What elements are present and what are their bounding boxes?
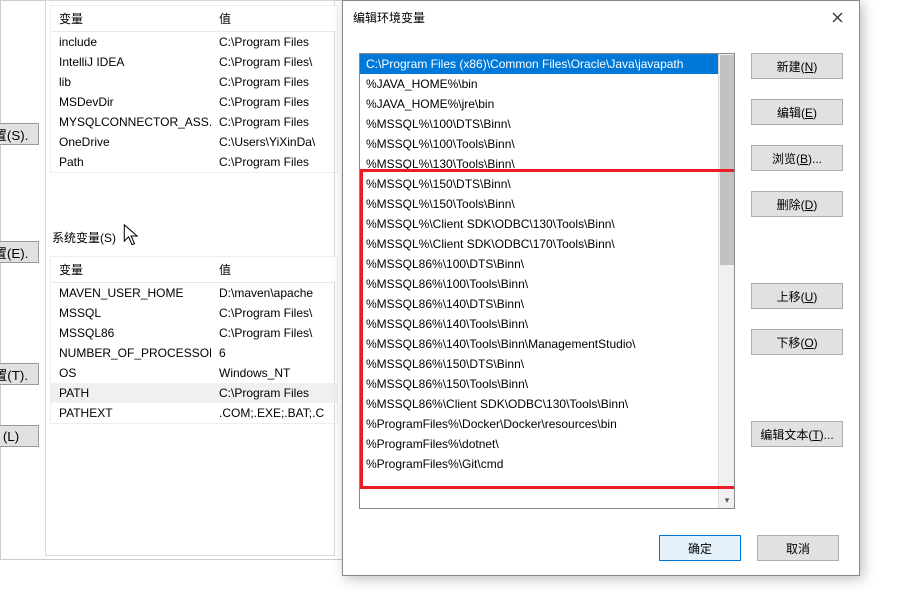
move-up-button[interactable]: 上移(U) — [751, 283, 843, 309]
delete-button[interactable]: 删除(D) — [751, 191, 843, 217]
browse-button[interactable]: 浏览(B)... — [751, 145, 843, 171]
move-down-button[interactable]: 下移(O) — [751, 329, 843, 355]
scrollbar[interactable]: ▾ — [718, 54, 734, 508]
table-row[interactable]: libC:\Program Files — [51, 72, 337, 92]
cell-value: 6 — [211, 343, 337, 363]
env-vars-panel: 变量 值 includeC:\Program FilesIntelliJ IDE… — [45, 0, 335, 556]
cell-value: C:\Program Files\ — [211, 303, 337, 323]
cell-value: C:\Program Files — [211, 72, 337, 92]
cell-value: C:\Program Files — [211, 112, 337, 132]
table-row[interactable]: MSSQL86C:\Program Files\ — [51, 323, 337, 343]
list-item[interactable]: %MSSQL%\150\DTS\Binn\ — [360, 174, 722, 194]
cell-variable: Path — [51, 152, 211, 172]
edit-env-var-dialog: 编辑环境变量 C:\Program Files (x86)\Common Fil… — [342, 0, 860, 576]
dialog-title: 编辑环境变量 — [353, 9, 425, 26]
cell-value: .COM;.EXE;.BAT;.C — [211, 403, 337, 423]
cell-value: C:\Program Files — [211, 32, 337, 52]
cell-value: C:\Program Files — [211, 383, 337, 403]
cell-value: D:\maven\apache — [211, 283, 337, 303]
list-item[interactable]: %ProgramFiles%\Docker\Docker\resources\b… — [360, 414, 722, 434]
cell-variable: IntelliJ IDEA — [51, 52, 211, 72]
list-item[interactable]: %JAVA_HOME%\jre\bin — [360, 94, 722, 114]
cell-value: C:\Program Files — [211, 152, 337, 172]
scrollbar-thumb[interactable] — [720, 55, 734, 265]
table-row[interactable]: includeC:\Program Files — [51, 32, 337, 52]
table-row[interactable]: PathC:\Program Files — [51, 152, 337, 172]
table-row[interactable]: OneDriveC:\Users\YiXinDa\ — [51, 132, 337, 152]
list-item[interactable]: %MSSQL86%\100\DTS\Binn\ — [360, 254, 722, 274]
list-item[interactable]: %MSSQL86%\100\Tools\Binn\ — [360, 274, 722, 294]
cell-value: C:\Program Files — [211, 92, 337, 112]
col-value[interactable]: 值 — [211, 257, 337, 282]
list-item[interactable]: %MSSQL%\Client SDK\ODBC\170\Tools\Binn\ — [360, 234, 722, 254]
list-item[interactable]: %JAVA_HOME%\bin — [360, 74, 722, 94]
list-item[interactable]: %MSSQL86%\140\DTS\Binn\ — [360, 294, 722, 314]
col-value[interactable]: 值 — [211, 6, 337, 31]
list-item[interactable]: C:\Program Files (x86)\Common Files\Orac… — [360, 54, 722, 74]
cell-value: C:\Users\YiXinDa\ — [211, 132, 337, 152]
cell-variable: MSSQL — [51, 303, 211, 323]
bg-button-l[interactable]: (L) — [0, 425, 39, 447]
dialog-titlebar[interactable]: 编辑环境变量 — [343, 1, 859, 33]
close-icon[interactable] — [825, 5, 849, 29]
chevron-down-icon[interactable]: ▾ — [719, 492, 735, 508]
bg-button-s[interactable]: 置(S). — [0, 123, 39, 145]
table-row[interactable]: MSDevDirC:\Program Files — [51, 92, 337, 112]
path-listbox[interactable]: C:\Program Files (x86)\Common Files\Orac… — [359, 53, 735, 509]
cell-variable: PATHEXT — [51, 403, 211, 423]
bg-button-t[interactable]: 置(T). — [0, 363, 39, 385]
list-item[interactable]: %MSSQL%\100\DTS\Binn\ — [360, 114, 722, 134]
list-item[interactable]: %MSSQL%\Client SDK\ODBC\130\Tools\Binn\ — [360, 214, 722, 234]
list-item[interactable]: %MSSQL%\150\Tools\Binn\ — [360, 194, 722, 214]
cell-variable: MSDevDir — [51, 92, 211, 112]
list-item[interactable]: %MSSQL86%\140\Tools\Binn\ManagementStudi… — [360, 334, 722, 354]
list-item[interactable]: %MSSQL86%\Client SDK\ODBC\130\Tools\Binn… — [360, 394, 722, 414]
cell-value: Windows_NT — [211, 363, 337, 383]
table-row[interactable]: IntelliJ IDEAC:\Program Files\ — [51, 52, 337, 72]
cell-variable: lib — [51, 72, 211, 92]
table-row[interactable]: NUMBER_OF_PROCESSORS6 — [51, 343, 337, 363]
system-vars-table[interactable]: 变量 值 MAVEN_USER_HOMED:\maven\apacheMSSQL… — [50, 256, 338, 424]
ok-button[interactable]: 确定 — [659, 535, 741, 561]
table-row[interactable]: PATHC:\Program Files — [51, 383, 337, 403]
table-row[interactable]: MYSQLCONNECTOR_ASS...C:\Program Files — [51, 112, 337, 132]
list-item[interactable]: %MSSQL%\100\Tools\Binn\ — [360, 134, 722, 154]
cell-variable: MYSQLCONNECTOR_ASS... — [51, 112, 211, 132]
cell-value: C:\Program Files\ — [211, 52, 337, 72]
col-variable[interactable]: 变量 — [51, 257, 211, 282]
cell-variable: NUMBER_OF_PROCESSORS — [51, 343, 211, 363]
table-row[interactable]: MSSQLC:\Program Files\ — [51, 303, 337, 323]
edit-button[interactable]: 编辑(E) — [751, 99, 843, 125]
list-item[interactable]: %MSSQL86%\150\Tools\Binn\ — [360, 374, 722, 394]
table-row[interactable]: PATHEXT.COM;.EXE;.BAT;.C — [51, 403, 337, 423]
table-row[interactable]: MAVEN_USER_HOMED:\maven\apache — [51, 283, 337, 303]
list-item[interactable]: %ProgramFiles%\Git\cmd — [360, 454, 722, 474]
cell-variable: OS — [51, 363, 211, 383]
cell-value: C:\Program Files\ — [211, 323, 337, 343]
new-button[interactable]: 新建(N) — [751, 53, 843, 79]
edit-text-button[interactable]: 编辑文本(T)... — [751, 421, 843, 447]
cell-variable: OneDrive — [51, 132, 211, 152]
cancel-button[interactable]: 取消 — [757, 535, 839, 561]
list-item[interactable]: %MSSQL86%\150\DTS\Binn\ — [360, 354, 722, 374]
system-vars-label: 系统变量(S) — [44, 223, 332, 252]
col-variable[interactable]: 变量 — [51, 6, 211, 31]
list-item[interactable]: %MSSQL86%\140\Tools\Binn\ — [360, 314, 722, 334]
user-vars-table[interactable]: 变量 值 includeC:\Program FilesIntelliJ IDE… — [50, 5, 338, 173]
cell-variable: include — [51, 32, 211, 52]
cell-variable: MAVEN_USER_HOME — [51, 283, 211, 303]
cell-variable: PATH — [51, 383, 211, 403]
table-row[interactable]: OSWindows_NT — [51, 363, 337, 383]
cell-variable: MSSQL86 — [51, 323, 211, 343]
bg-button-e[interactable]: 置(E). — [0, 241, 39, 263]
list-item[interactable]: %ProgramFiles%\dotnet\ — [360, 434, 722, 454]
list-item[interactable]: %MSSQL%\130\Tools\Binn\ — [360, 154, 722, 174]
